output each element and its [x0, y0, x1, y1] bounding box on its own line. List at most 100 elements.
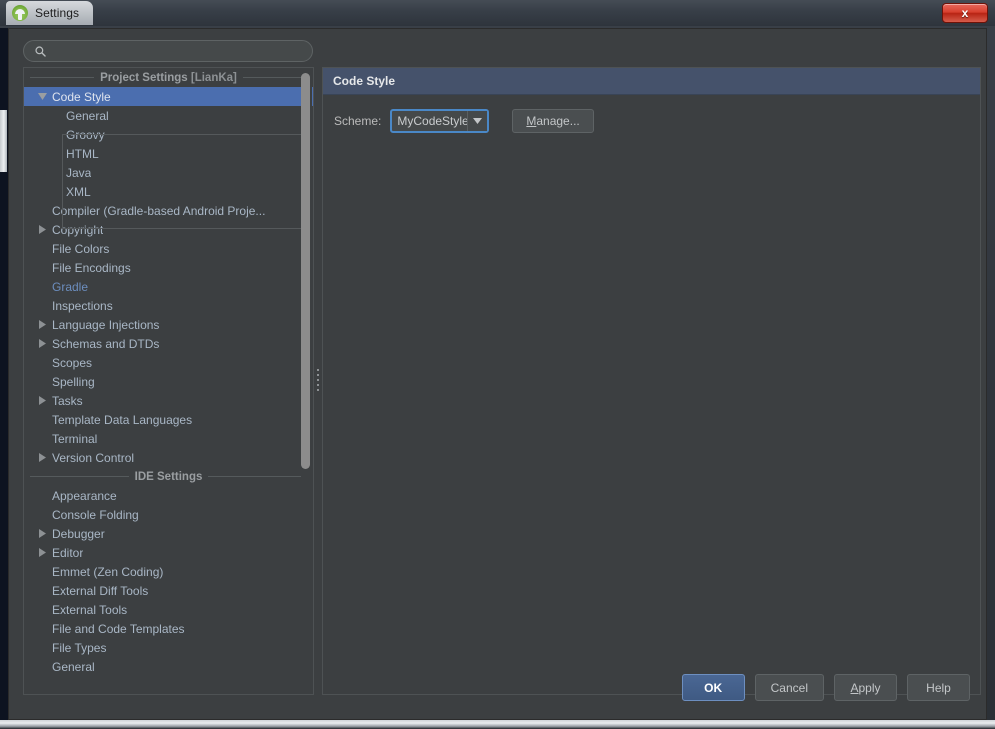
search-box[interactable]: [23, 40, 313, 62]
tree-section-project: [LianKa]: [188, 72, 237, 84]
tree-item-label: Console Folding: [50, 508, 139, 522]
tree-item-schemas-and-dtds[interactable]: Schemas and DTDs: [24, 334, 314, 353]
tree-item-groovy[interactable]: Groovy: [24, 125, 314, 144]
separator-line: [30, 476, 129, 477]
tree-item-general[interactable]: General: [24, 106, 314, 125]
cancel-button-label: Cancel: [771, 681, 808, 695]
chevron-right-icon[interactable]: [34, 315, 50, 334]
tree-scrollbar-track[interactable]: [301, 69, 312, 693]
settings-tree[interactable]: Project Settings [LianKa] Code Style Gener…: [24, 68, 314, 694]
tree-item-compiler-gradle-based-android-proje[interactable]: Compiler (Gradle-based Android Proje...: [24, 201, 314, 220]
splitter-dot: [317, 369, 319, 371]
tree-item-external-diff-tools[interactable]: External Diff Tools: [24, 581, 314, 600]
tree-item-inspections[interactable]: Inspections: [24, 296, 314, 315]
tree-item-console-folding[interactable]: Console Folding: [24, 505, 314, 524]
tree-item-version-control[interactable]: Version Control: [24, 448, 314, 467]
chevron-right-icon[interactable]: [34, 448, 50, 467]
tree-item-tasks[interactable]: Tasks: [24, 391, 314, 410]
tree-item-label: General: [50, 660, 95, 674]
tree-item-label: HTML: [66, 147, 99, 161]
search-input[interactable]: [47, 44, 312, 58]
manage-button-mnemonic: M: [526, 114, 536, 128]
tree-section-label: Project Settings [LianKa]: [100, 72, 237, 84]
tree-twisty-placeholder: [34, 258, 50, 277]
tree-item-general[interactable]: General: [24, 657, 314, 676]
tree-item-copyright[interactable]: Copyright: [24, 220, 314, 239]
background-window-highlight: [0, 110, 7, 172]
chevron-right-icon[interactable]: [34, 334, 50, 353]
page-title: Code Style: [333, 74, 395, 88]
tree-item-label: Gradle: [50, 280, 88, 294]
tree-item-file-colors[interactable]: File Colors: [24, 239, 314, 258]
splitter-dot: [317, 379, 319, 381]
chevron-down-icon[interactable]: [467, 111, 487, 131]
tree-item-file-and-code-templates[interactable]: File and Code Templates: [24, 619, 314, 638]
tree-item-scopes[interactable]: Scopes: [24, 353, 314, 372]
tree-item-label: Scopes: [50, 356, 92, 370]
tree-twisty-placeholder: [34, 353, 50, 372]
tree-item-template-data-languages[interactable]: Template Data Languages: [24, 410, 314, 429]
code-style-panel: Code Style Scheme: MyCodeStyle Manage...: [322, 67, 981, 695]
tree-item-label: Version Control: [50, 451, 134, 465]
search-icon: [34, 45, 47, 58]
tree-twisty-placeholder: [34, 296, 50, 315]
tree-item-label: File Encodings: [50, 261, 131, 275]
settings-window: Settings x Project Settings [LianKa] Code…: [0, 0, 995, 729]
tree-item-label: Code Style: [50, 90, 111, 104]
tree-item-java[interactable]: Java: [24, 163, 314, 182]
tree-item-label: Schemas and DTDs: [50, 337, 159, 351]
chevron-down-icon[interactable]: [34, 87, 50, 106]
tree-item-file-encodings[interactable]: File Encodings: [24, 258, 314, 277]
close-button[interactable]: x: [942, 3, 988, 23]
tree-item-editor[interactable]: Editor: [24, 543, 314, 562]
chevron-right-icon[interactable]: [34, 391, 50, 410]
tree-item-html[interactable]: HTML: [24, 144, 314, 163]
separator-line: [243, 77, 307, 78]
tree-item-language-injections[interactable]: Language Injections: [24, 315, 314, 334]
separator-line: [30, 77, 94, 78]
scheme-select[interactable]: MyCodeStyle: [390, 109, 489, 133]
chevron-right-icon[interactable]: [34, 220, 50, 239]
tree-twisty-placeholder: [34, 277, 50, 296]
tree-twisty-placeholder: [34, 372, 50, 391]
cancel-button[interactable]: Cancel: [755, 674, 824, 701]
chevron-right-icon[interactable]: [34, 543, 50, 562]
scheme-row: Scheme: MyCodeStyle Manage...: [323, 95, 980, 133]
help-button[interactable]: Help: [907, 674, 970, 701]
dialog-body: Project Settings [LianKa] Code Style Gener…: [8, 28, 987, 720]
tree-item-debugger[interactable]: Debugger: [24, 524, 314, 543]
panel-header: Code Style: [323, 68, 980, 95]
tree-twisty-placeholder: [34, 657, 50, 676]
apply-button[interactable]: Apply: [834, 674, 897, 701]
tree-scrollbar-thumb[interactable]: [301, 73, 310, 469]
tree-item-label: File and Code Templates: [50, 622, 185, 636]
tree-item-emmet-zen-coding[interactable]: Emmet (Zen Coding): [24, 562, 314, 581]
manage-button[interactable]: Manage...: [512, 109, 593, 133]
tree-twisty-placeholder: [34, 600, 50, 619]
separator-line: [208, 476, 307, 477]
tree-item-code-style[interactable]: Code Style: [24, 87, 314, 106]
tree-item-label: External Tools: [50, 603, 127, 617]
ok-button-label: OK: [704, 681, 722, 695]
tree-section-separator: Project Settings [LianKa]: [24, 68, 314, 87]
tree-item-label: Emmet (Zen Coding): [50, 565, 163, 579]
title-chip: Settings: [6, 1, 93, 25]
tree-item-appearance[interactable]: Appearance: [24, 486, 314, 505]
panel-splitter[interactable]: [315, 367, 321, 393]
tree-item-gradle[interactable]: Gradle: [24, 277, 314, 296]
tree-item-label: File Types: [50, 641, 106, 655]
tree-item-spelling[interactable]: Spelling: [24, 372, 314, 391]
scheme-select-value: MyCodeStyle: [392, 111, 467, 131]
tree-item-label: Debugger: [50, 527, 105, 541]
tree-item-external-tools[interactable]: External Tools: [24, 600, 314, 619]
ok-button[interactable]: OK: [682, 674, 745, 701]
tree-item-label: Groovy: [66, 128, 105, 142]
android-studio-icon: [12, 5, 28, 21]
settings-tree-panel: Project Settings [LianKa] Code Style Gener…: [23, 67, 314, 695]
tree-item-file-types[interactable]: File Types: [24, 638, 314, 657]
tree-item-label: XML: [66, 185, 91, 199]
tree-item-terminal[interactable]: Terminal: [24, 429, 314, 448]
tree-item-xml[interactable]: XML: [24, 182, 314, 201]
chevron-right-icon[interactable]: [34, 524, 50, 543]
dialog-footer: OK Cancel Apply Help: [682, 674, 970, 701]
